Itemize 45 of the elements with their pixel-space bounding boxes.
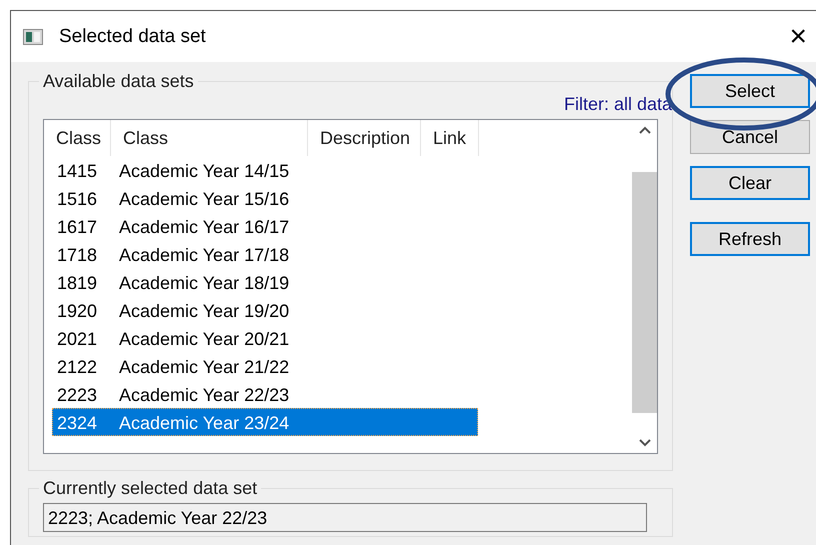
list-row[interactable]: 2122 Academic Year 21/22	[52, 352, 478, 380]
list-row[interactable]: 1920 Academic Year 19/20	[52, 296, 478, 324]
scroll-down-icon[interactable]	[638, 439, 650, 447]
list-row[interactable]: 1718 Academic Year 17/18	[52, 240, 478, 268]
scrollbar-thumb[interactable]	[632, 172, 657, 413]
list-row[interactable]: 2324 Academic Year 23/24	[52, 408, 478, 436]
column-header[interactable]: Link	[421, 120, 479, 156]
class-code: 1415	[56, 160, 98, 183]
close-button[interactable]: ×	[777, 22, 816, 52]
class-code: 1819	[56, 272, 98, 295]
dialog-button[interactable]: Select	[690, 74, 810, 108]
class-code: 1516	[56, 188, 98, 211]
class-name: Academic Year 14/15	[119, 160, 290, 183]
column-header[interactable]: Class	[44, 120, 111, 156]
class-code: 2324	[56, 412, 98, 435]
class-code: 2021	[56, 328, 98, 351]
current-data-set-field[interactable]: 2223; Academic Year 22/23	[43, 503, 647, 532]
class-name: Academic Year 15/16	[119, 188, 290, 211]
class-code: 2122	[56, 356, 98, 379]
list-row[interactable]: 2223 Academic Year 22/23	[52, 380, 478, 408]
list-row[interactable]: 1617 Academic Year 16/17	[52, 212, 478, 240]
class-name: Academic Year 16/17	[119, 216, 290, 239]
list-row[interactable]: 1415 Academic Year 14/15	[52, 156, 478, 184]
column-header[interactable]: Class	[111, 120, 308, 156]
app-icon	[23, 28, 43, 44]
list-row[interactable]: 1516 Academic Year 15/16	[52, 184, 478, 212]
class-name: Academic Year 22/23	[119, 384, 290, 407]
class-name: Academic Year 18/19	[119, 272, 290, 295]
class-name: Academic Year 20/21	[119, 328, 290, 351]
class-code: 1617	[56, 216, 98, 239]
class-code: 1718	[56, 244, 98, 267]
class-name: Academic Year 17/18	[119, 244, 290, 267]
column-header[interactable]: Description	[308, 120, 421, 156]
dialog-button[interactable]: Refresh	[690, 222, 810, 256]
class-code: 1920	[56, 300, 98, 323]
list-row[interactable]: 1819 Academic Year 18/19	[52, 268, 478, 296]
class-name: Academic Year 21/22	[119, 356, 290, 379]
group-label: Currently selected data set	[39, 478, 262, 498]
class-name: Academic Year 19/20	[119, 300, 290, 323]
list-row[interactable]: 2021 Academic Year 20/21	[52, 324, 478, 352]
scroll-up-icon[interactable]	[638, 126, 650, 134]
window-title: Selected data set	[59, 26, 206, 48]
class-code: 2223	[56, 384, 98, 407]
dialog-button[interactable]: Clear	[690, 166, 810, 200]
class-name: Academic Year 23/24	[119, 412, 290, 435]
